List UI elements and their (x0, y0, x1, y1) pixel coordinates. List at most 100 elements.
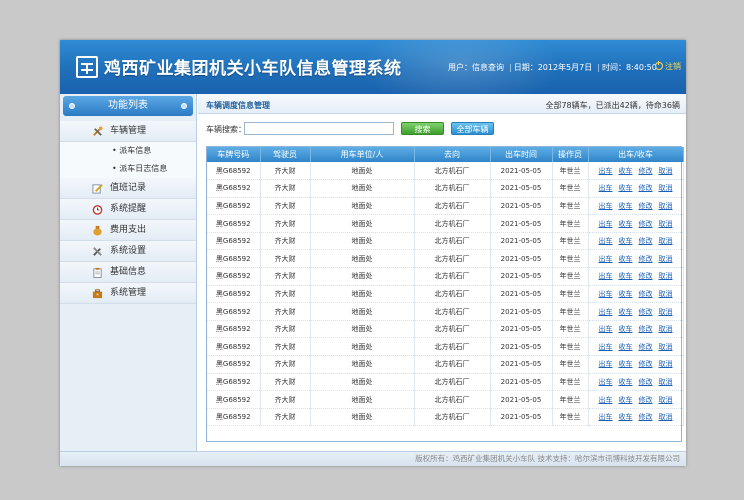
return-link[interactable]: 收车 (619, 255, 633, 263)
depart-link[interactable]: 出车 (599, 237, 613, 245)
plate-cell: 黑G68592 (207, 302, 261, 321)
driver-cell: 齐大财 (260, 267, 311, 286)
edit-link[interactable]: 修改 (639, 396, 653, 404)
depart-link[interactable]: 出车 (599, 378, 613, 386)
sidebar-item-label: 值班记录 (110, 183, 147, 193)
search-input[interactable] (244, 122, 394, 135)
sidebar-subitem-dispatch-info[interactable]: • 派车信息 (60, 142, 196, 160)
return-link[interactable]: 收车 (619, 184, 633, 192)
destination-cell: 北方机石厂 (414, 214, 491, 233)
cancel-link[interactable]: 取消 (659, 378, 673, 386)
driver-cell: 齐大财 (260, 179, 311, 198)
cancel-link[interactable]: 取消 (659, 413, 673, 421)
unit-cell: 地面处 (310, 197, 415, 216)
plate-cell: 黑G68592 (207, 373, 261, 392)
return-link[interactable]: 收车 (619, 378, 633, 386)
driver-cell: 齐大财 (260, 249, 311, 269)
edit-link[interactable]: 修改 (639, 220, 653, 228)
return-link[interactable]: 收车 (619, 325, 633, 333)
depart-link[interactable]: 出车 (599, 167, 613, 175)
sidebar-item-label: 费用支出 (110, 225, 147, 235)
edit-link[interactable]: 修改 (639, 308, 653, 316)
sidebar-item-system-admin[interactable]: 系统管理 (60, 283, 196, 304)
edit-link[interactable]: 修改 (639, 272, 653, 280)
operator-cell: 年世兰 (552, 302, 589, 321)
driver-cell: 齐大财 (260, 390, 311, 409)
edit-link[interactable]: 修改 (639, 290, 653, 298)
edit-link[interactable]: 修改 (639, 325, 653, 333)
depart-link[interactable]: 出车 (599, 325, 613, 333)
cancel-link[interactable]: 取消 (659, 325, 673, 333)
departure-time-cell: 2021-05-05 (490, 162, 553, 181)
depart-link[interactable]: 出车 (599, 184, 613, 192)
depart-link[interactable]: 出车 (599, 202, 613, 210)
depart-link[interactable]: 出车 (599, 343, 613, 351)
unit-cell: 地面处 (310, 285, 415, 304)
return-link[interactable]: 收车 (619, 202, 633, 210)
cancel-link[interactable]: 取消 (659, 396, 673, 404)
all-vehicles-button[interactable]: 全部车辆 (451, 122, 494, 135)
return-link[interactable]: 收车 (619, 290, 633, 298)
depart-link[interactable]: 出车 (599, 220, 613, 228)
depart-link[interactable]: 出车 (599, 413, 613, 421)
return-link[interactable]: 收车 (619, 343, 633, 351)
depart-link[interactable]: 出车 (599, 396, 613, 404)
edit-link[interactable]: 修改 (639, 378, 653, 386)
unit-cell: 地面处 (310, 373, 415, 392)
cancel-link[interactable]: 取消 (659, 255, 673, 263)
return-link[interactable]: 收车 (619, 396, 633, 404)
sidebar-item-label: 系统提醒 (110, 204, 147, 214)
logout-button[interactable]: 注销 (655, 61, 681, 72)
operator-cell: 年世兰 (552, 355, 589, 374)
driver-cell: 齐大财 (260, 285, 311, 304)
edit-link[interactable]: 修改 (639, 202, 653, 210)
sidebar-item-expenses[interactable]: 费用支出 (60, 220, 196, 241)
return-link[interactable]: 收车 (619, 237, 633, 245)
edit-link[interactable]: 修改 (639, 184, 653, 192)
cancel-link[interactable]: 取消 (659, 343, 673, 351)
depart-link[interactable]: 出车 (599, 308, 613, 316)
depart-link[interactable]: 出车 (599, 360, 613, 368)
sidebar-item-vehicle-management[interactable]: 车辆管理 (60, 121, 196, 142)
sidebar-item-basic-info[interactable]: 基础信息 (60, 262, 196, 283)
return-link[interactable]: 收车 (619, 413, 633, 421)
depart-link[interactable]: 出车 (599, 272, 613, 280)
edit-link[interactable]: 修改 (639, 255, 653, 263)
edit-link[interactable]: 修改 (639, 413, 653, 421)
edit-link[interactable]: 修改 (639, 237, 653, 245)
edit-link[interactable]: 修改 (639, 167, 653, 175)
operator-cell: 年世兰 (552, 320, 589, 339)
cancel-link[interactable]: 取消 (659, 272, 673, 280)
cancel-link[interactable]: 取消 (659, 202, 673, 210)
edit-link[interactable]: 修改 (639, 343, 653, 351)
cancel-link[interactable]: 取消 (659, 360, 673, 368)
return-link[interactable]: 收车 (619, 167, 633, 175)
cancel-link[interactable]: 取消 (659, 167, 673, 175)
edit-link[interactable]: 修改 (639, 360, 653, 368)
table-row: 黑G68592 齐大财 地面处 北方机石厂 2021-05-05 年世兰 出车 收车 修改 取消 (207, 285, 684, 304)
unit-cell: 地面处 (310, 320, 415, 339)
cancel-link[interactable]: 取消 (659, 184, 673, 192)
sidebar-item-system-reminder[interactable]: 系统提醒 (60, 199, 196, 220)
sidebar-item-system-settings[interactable]: 系统设置 (60, 241, 196, 262)
return-link[interactable]: 收车 (619, 272, 633, 280)
table-row: 黑G68592 齐大财 地面处 北方机石厂 2021-05-05 年世兰 出车 收车 修改 取消 (207, 355, 684, 374)
operator-cell: 年世兰 (552, 232, 589, 251)
search-button[interactable]: 搜索 (401, 122, 444, 135)
sidebar-subitem-dispatch-log[interactable]: • 派车日志信息 (60, 160, 196, 178)
return-link[interactable]: 收车 (619, 360, 633, 368)
sidebar-item-duty-record[interactable]: 值班记录 (60, 178, 196, 199)
cancel-link[interactable]: 取消 (659, 290, 673, 298)
return-link[interactable]: 收车 (619, 220, 633, 228)
sidebar-header: 功能列表 (63, 96, 193, 116)
return-link[interactable]: 收车 (619, 308, 633, 316)
departure-time-cell: 2021-05-05 (490, 179, 553, 198)
cancel-link[interactable]: 取消 (659, 237, 673, 245)
cancel-link[interactable]: 取消 (659, 220, 673, 228)
depart-link[interactable]: 出车 (599, 290, 613, 298)
actions-cell: 出车 收车 修改 取消 (588, 285, 684, 304)
depart-link[interactable]: 出车 (599, 255, 613, 263)
table-row: 黑G68592 齐大财 地面处 北方机石厂 2021-05-05 年世兰 出车 收车 修改 取消 (207, 162, 684, 181)
column-header: 出车时间 (490, 147, 553, 162)
cancel-link[interactable]: 取消 (659, 308, 673, 316)
